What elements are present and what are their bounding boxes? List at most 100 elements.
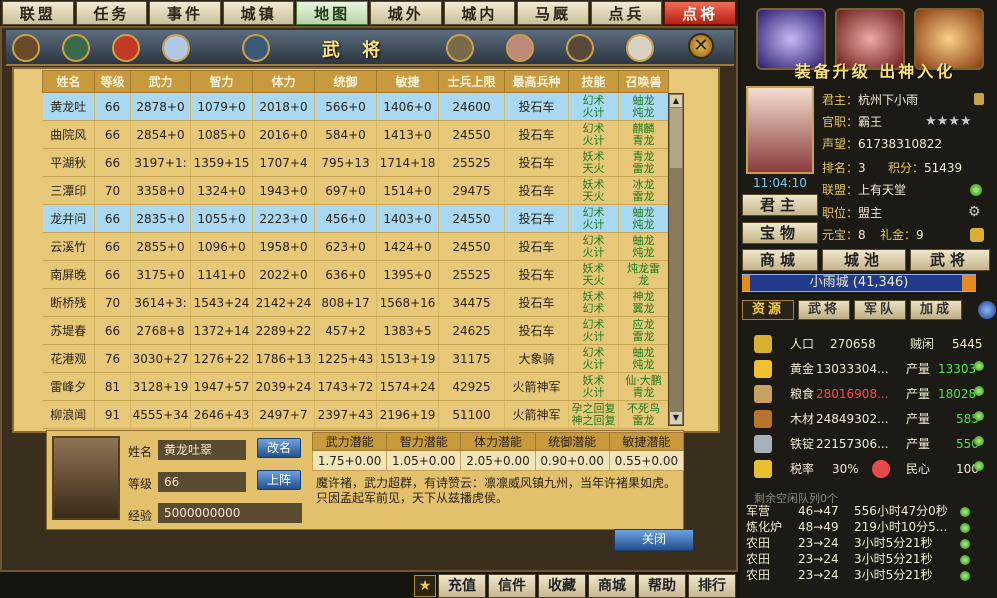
queue-name: 农田 bbox=[746, 552, 771, 566]
sidebar-tab-3[interactable]: 加成 bbox=[910, 300, 962, 320]
cell-ti: 2497+7 bbox=[252, 400, 315, 429]
close-icon[interactable]: ✕ bbox=[688, 33, 714, 59]
column-header[interactable]: 召唤兽 bbox=[618, 70, 669, 93]
tab-0[interactable]: 联盟 bbox=[2, 1, 74, 25]
add-wood-icon[interactable] bbox=[974, 411, 984, 421]
tab-2[interactable]: 事件 bbox=[149, 1, 221, 25]
chess-icon bbox=[626, 34, 654, 62]
skill-label: 幻术 bbox=[582, 233, 605, 247]
equip-banner[interactable]: 装备升级 出神入化 bbox=[775, 58, 975, 82]
tab-9[interactable]: 点将 bbox=[664, 1, 736, 25]
cell-min: 1406+0 bbox=[376, 92, 439, 121]
bottom-tab-0[interactable]: 充值 bbox=[438, 574, 486, 598]
star-icon[interactable]: ★ bbox=[414, 575, 436, 597]
tab-7[interactable]: 马厩 bbox=[517, 1, 589, 25]
table-row[interactable]: 苏堤春 66 2768+8 1372+14 2289+22 457+2 1383+5 2462… bbox=[42, 316, 669, 345]
speedup-icon[interactable] bbox=[960, 571, 970, 581]
sidebar-tab-0[interactable]: 资源 bbox=[742, 300, 794, 320]
bottom-tab-4[interactable]: 帮助 bbox=[638, 574, 686, 598]
cell-tong: 456+0 bbox=[314, 204, 377, 233]
speedup-icon[interactable] bbox=[960, 507, 970, 517]
city-button[interactable]: 城池 bbox=[822, 249, 906, 271]
beast-label: 青龙 bbox=[632, 133, 655, 147]
table-row[interactable]: 柳浪闻 91 4555+34 2646+43 2497+7 2397+43 2196+19 5… bbox=[42, 400, 669, 429]
generals-button[interactable]: 武将 bbox=[910, 249, 990, 271]
cell-name: 断桥残 bbox=[42, 288, 95, 317]
column-header[interactable]: 体力 bbox=[252, 70, 315, 93]
potential-value: 1.75+0.00 bbox=[311, 450, 388, 471]
queue-level: 23→24 bbox=[798, 536, 839, 550]
table-row[interactable]: 平湖秋 66 3197+1: 1359+15 1707+4 795+13 1714+18 25… bbox=[42, 148, 669, 177]
lord-button[interactable]: 君主 bbox=[742, 194, 818, 216]
speedup-icon[interactable] bbox=[960, 523, 970, 533]
lock-icon[interactable] bbox=[974, 93, 984, 105]
cell-tong: 1743+72 bbox=[314, 372, 377, 401]
globe-icon[interactable] bbox=[978, 301, 996, 319]
bottom-tab-5[interactable]: 排行 bbox=[688, 574, 736, 598]
treasure-button[interactable]: 宝物 bbox=[742, 222, 818, 244]
cell-tong: 808+17 bbox=[314, 288, 377, 317]
scroll-down-icon[interactable]: ▼ bbox=[670, 412, 682, 424]
speedup-icon[interactable] bbox=[960, 555, 970, 565]
speedup-icon[interactable] bbox=[960, 539, 970, 549]
table-row[interactable]: 雷峰夕 81 3128+19 1947+57 2039+24 1743+72 1574+24… bbox=[42, 372, 669, 401]
cell-skill: 幻术 火计 bbox=[568, 120, 619, 149]
table-row[interactable]: 花港观 76 3030+27 1276+22 1786+13 1225+43 1513+19… bbox=[42, 344, 669, 373]
column-header[interactable]: 武力 bbox=[130, 70, 191, 93]
table-row[interactable]: 南屏晚 66 3175+0 1141+0 2022+0 636+0 1395+0 25525 投… bbox=[42, 260, 669, 289]
beast-label: 蚰龙 bbox=[632, 345, 655, 359]
deploy-button[interactable]: 上阵 bbox=[257, 470, 301, 490]
prestige-line: 声望：61738310822 bbox=[822, 137, 942, 151]
rank-title-line: 官职：霸王 bbox=[822, 115, 883, 129]
cell-wu: 2854+0 bbox=[130, 120, 191, 149]
tab-6[interactable]: 城内 bbox=[443, 1, 516, 25]
city-selector[interactable]: 小雨城 (41,346) bbox=[742, 274, 976, 292]
cell-skill: 幻术 火计 bbox=[568, 92, 619, 121]
table-row[interactable]: 断桥残 70 3614+3: 1543+24 2142+24 808+17 1568+16 3… bbox=[42, 288, 669, 317]
table-row[interactable]: 龙井问 66 2835+0 1055+0 2223+0 456+0 1403+0 24550 投… bbox=[42, 204, 669, 233]
tab-5[interactable]: 城外 bbox=[369, 1, 442, 25]
potential-header: 敏捷潜能 bbox=[608, 432, 685, 451]
tab-8[interactable]: 点兵 bbox=[590, 1, 663, 25]
column-header[interactable]: 士兵上限 bbox=[438, 70, 505, 93]
add-food-icon[interactable] bbox=[974, 386, 984, 396]
sidebar-tab-1[interactable]: 武将 bbox=[798, 300, 850, 320]
bottom-tab-2[interactable]: 收藏 bbox=[538, 574, 586, 598]
column-header[interactable]: 统御 bbox=[314, 70, 377, 93]
skill-label: 火计 bbox=[582, 385, 605, 399]
column-header[interactable]: 敏捷 bbox=[376, 70, 439, 93]
column-header[interactable]: 智力 bbox=[190, 70, 253, 93]
column-header[interactable]: 等级 bbox=[94, 70, 131, 93]
add-gold-icon[interactable] bbox=[974, 361, 984, 371]
scroll-up-icon[interactable]: ▲ bbox=[670, 95, 682, 107]
add-morale-icon[interactable] bbox=[974, 461, 984, 471]
gear-icon[interactable]: ⚙ bbox=[968, 204, 981, 220]
gift-icon[interactable] bbox=[970, 228, 984, 242]
bottom-tab-1[interactable]: 信件 bbox=[488, 574, 536, 598]
table-row[interactable]: 三潭印 70 3358+0 1324+0 1943+0 697+0 1514+0 29475 投… bbox=[42, 176, 669, 205]
avatar[interactable] bbox=[746, 86, 814, 174]
sidebar-tab-2[interactable]: 军队 bbox=[854, 300, 906, 320]
bottom-tab-3[interactable]: 商城 bbox=[588, 574, 636, 598]
tab-4[interactable]: 地图 bbox=[296, 1, 368, 25]
table-row[interactable]: 曲院风 66 2854+0 1085+0 2016+0 584+0 1413+0 24550 投… bbox=[42, 120, 669, 149]
chevron-down-icon[interactable] bbox=[962, 275, 976, 291]
add-iron-icon[interactable] bbox=[974, 436, 984, 446]
tab-3[interactable]: 城镇 bbox=[222, 1, 295, 25]
column-header[interactable]: 姓名 bbox=[42, 70, 95, 93]
top-navigation: 联盟 任务 事件 城镇 地图 城外 城内 马厩 点兵 点将 bbox=[0, 0, 738, 26]
table-row[interactable]: 黄龙吐 66 2878+0 1079+0 2018+0 566+0 1406+0 24600 投… bbox=[42, 92, 669, 121]
population-row: 人口 270658 贼闲 5445 bbox=[746, 333, 986, 355]
close-button[interactable]: 关闭 bbox=[614, 529, 694, 551]
shop-button[interactable]: 商城 bbox=[742, 249, 818, 271]
tab-1[interactable]: 任务 bbox=[75, 1, 148, 25]
column-header[interactable]: 技能 bbox=[568, 70, 619, 93]
table-scrollbar[interactable]: ▲ ▼ bbox=[668, 93, 684, 426]
scroll-thumb[interactable] bbox=[670, 108, 682, 168]
cell-troop: 投石车 bbox=[504, 176, 569, 205]
rename-button[interactable]: 改名 bbox=[257, 438, 301, 458]
table-row[interactable]: 云溪竹 66 2855+0 1096+0 1958+0 623+0 1424+0 24550 投… bbox=[42, 232, 669, 261]
alliance-icon[interactable] bbox=[970, 184, 982, 196]
cell-min: 2196+19 bbox=[376, 400, 439, 429]
column-header[interactable]: 最高兵种 bbox=[504, 70, 569, 93]
